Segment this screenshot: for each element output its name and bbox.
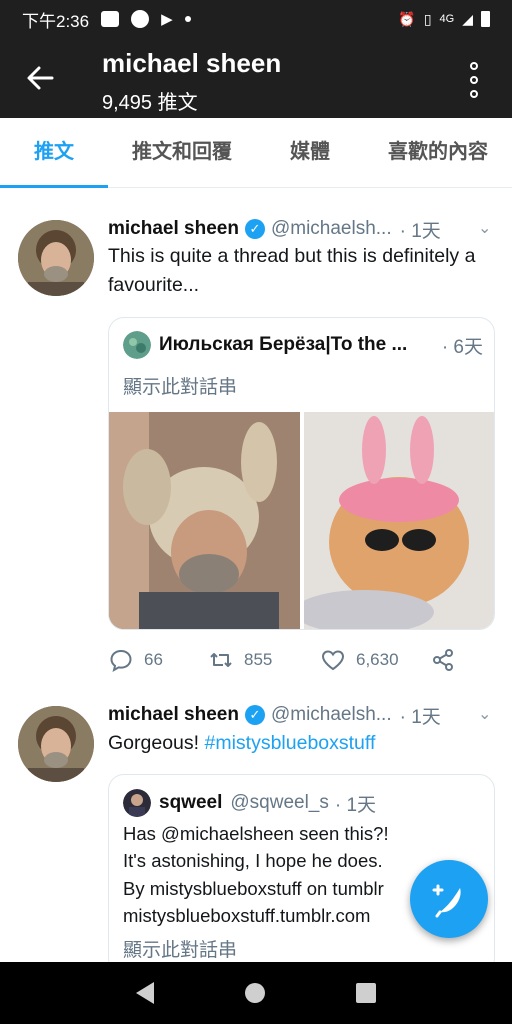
more-notifications-dot-icon: [184, 16, 191, 22]
hashtag-link[interactable]: #mistysblueboxstuff: [204, 732, 375, 754]
tweet-item[interactable]: michael sheen ✓ @michaelsh... · 1天 ⌄ Thi…: [0, 188, 512, 688]
tweet-time: · 1天: [399, 706, 441, 728]
quote-avatar: [123, 789, 151, 817]
nav-back-icon[interactable]: [135, 982, 154, 1004]
author-name[interactable]: michael sheen: [108, 704, 239, 726]
author-handle[interactable]: @michaelsh...: [271, 218, 392, 240]
quote-line: mistysblueboxstuff.tumblr.com: [123, 905, 371, 926]
reply-button[interactable]: 66: [108, 647, 208, 673]
quote-line: By mistysblueboxstuff on tumblr: [123, 878, 384, 899]
quote-avatar: [123, 331, 151, 359]
back-arrow-icon[interactable]: [24, 60, 56, 96]
reply-count: 66: [144, 650, 163, 669]
photo-cat-bunny-ears[interactable]: [304, 412, 494, 629]
retweet-icon: [210, 653, 232, 667]
play-store-notification-icon: ▶: [161, 11, 173, 28]
heart-icon: [321, 650, 345, 671]
tweet-actions: 66 855 6,630: [108, 645, 456, 675]
battery-icon: [481, 11, 490, 27]
network-type: 4G: [439, 13, 455, 25]
quote-author-handle[interactable]: @sqweel_s: [230, 792, 329, 814]
signal-icon: ◢: [462, 10, 473, 27]
reply-icon: [110, 649, 132, 672]
tab-tweets[interactable]: 推文: [0, 118, 108, 188]
tweet-count: 9,495 推文: [102, 92, 198, 114]
alarm-icon: ⏰: [398, 10, 416, 27]
tab-media[interactable]: 媒體: [256, 118, 364, 188]
like-button[interactable]: 6,630: [320, 647, 430, 673]
share-icon: [433, 649, 453, 671]
tweet-header: michael sheen ✓ @michaelsh... · 1天: [108, 214, 441, 244]
quote-line: It's astonishing, I hope he does.: [123, 850, 383, 871]
like-count: 6,630: [356, 650, 399, 669]
status-bar: 下午2:36 ▶ ⏰ ▯ 4G ◢: [0, 0, 512, 38]
more-options-icon[interactable]: [465, 62, 483, 98]
verified-badge-icon: ✓: [244, 219, 265, 239]
author-handle[interactable]: @michaelsh...: [271, 704, 392, 726]
chevron-down-icon[interactable]: ⌄: [478, 218, 491, 238]
quoted-tweet[interactable]: Июльская Берёза|To the ... · 6天 顯示此對話串: [108, 317, 495, 630]
quote-header: Июльская Берёза|To the ... · 6天: [123, 331, 483, 359]
tab-tweets-and-replies[interactable]: 推文和回覆: [108, 118, 256, 188]
tweet-text: Gorgeous! #mistysblueboxstuff: [108, 729, 503, 758]
chevron-down-icon[interactable]: ⌄: [478, 704, 491, 724]
retweet-button[interactable]: 855: [208, 647, 320, 673]
share-button[interactable]: [430, 647, 456, 673]
avatar[interactable]: [18, 706, 94, 782]
tweet-text-plain: Gorgeous!: [108, 732, 205, 754]
show-thread-link[interactable]: 顯示此對話串: [123, 372, 237, 399]
nav-home-icon[interactable]: [244, 983, 265, 1003]
line-notification-icon: [131, 10, 150, 28]
photo-man-bunny-hat[interactable]: [109, 412, 300, 629]
profile-title: michael sheen: [102, 48, 282, 78]
retweet-count: 855: [244, 650, 273, 669]
compose-feather-icon: [432, 884, 461, 918]
quote-time: · 6天: [441, 336, 483, 358]
vibrate-icon: ▯: [423, 10, 432, 27]
tweet-header: michael sheen ✓ @michaelsh... · 1天: [108, 700, 441, 730]
quote-time: · 1天: [334, 794, 377, 816]
status-time: 下午2:36: [22, 11, 90, 31]
app-bar: michael sheen 9,495 推文: [0, 38, 512, 118]
author-name[interactable]: michael sheen: [108, 218, 239, 240]
image-notification-icon: [101, 11, 120, 27]
tweet-time: · 1天: [399, 220, 441, 242]
quote-author-name[interactable]: Июльская Берёза|To the ...: [159, 334, 407, 356]
show-thread-link[interactable]: 顯示此對話串: [123, 935, 237, 962]
tab-likes[interactable]: 喜歡的內容: [364, 118, 512, 188]
profile-tabs: 推文 推文和回覆 媒體 喜歡的內容: [0, 118, 512, 188]
verified-badge-icon: ✓: [244, 705, 265, 725]
quote-author-name[interactable]: sqweel: [159, 792, 222, 814]
quote-header: sqweel @sqweel_s · 1天: [123, 789, 483, 817]
avatar[interactable]: [18, 220, 94, 296]
system-nav-bar: [0, 962, 512, 1024]
tweet-text: This is quite a thread but this is defin…: [108, 245, 476, 296]
nav-recents-icon[interactable]: [356, 983, 377, 1003]
quote-line: Has @michaelsheen seen this?!: [123, 823, 389, 844]
compose-tweet-button[interactable]: [410, 860, 488, 938]
